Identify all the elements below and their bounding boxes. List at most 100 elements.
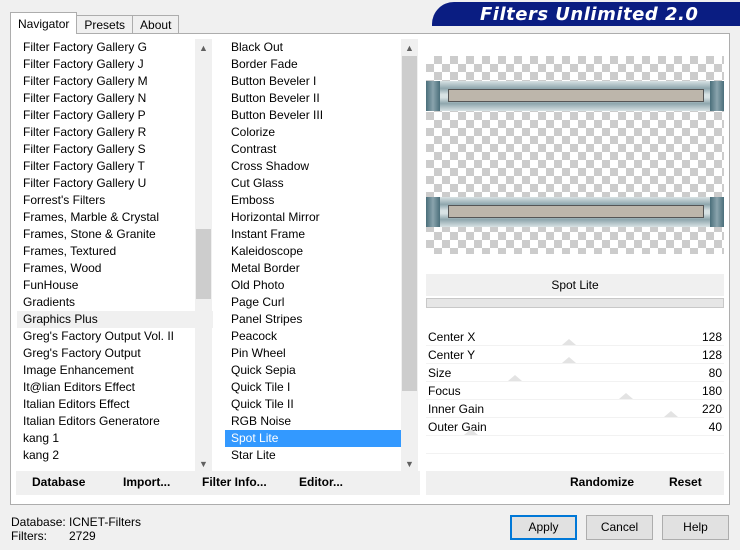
category-scrollbar[interactable]: ▲ ▼ bbox=[195, 39, 212, 472]
parameter-row[interactable]: Outer Gain 40 bbox=[426, 418, 724, 436]
filter-item[interactable]: Cross Shadow bbox=[225, 158, 418, 175]
filter-item[interactable]: Star Lite bbox=[225, 447, 418, 464]
category-item[interactable]: Frames, Wood bbox=[17, 260, 213, 277]
help-button[interactable]: Help bbox=[662, 515, 729, 540]
category-item[interactable]: Filter Factory Gallery M bbox=[17, 73, 213, 90]
parameter-name: Focus bbox=[428, 384, 461, 398]
category-item[interactable]: kang 1 bbox=[17, 430, 213, 447]
category-item[interactable]: Filter Factory Gallery U bbox=[17, 175, 213, 192]
filters-count: 2729 bbox=[69, 529, 96, 543]
category-item[interactable]: Filter Factory Gallery G bbox=[17, 39, 213, 56]
filter-item[interactable]: Spot Lite bbox=[225, 430, 418, 447]
category-item[interactable]: Graphics Plus bbox=[17, 311, 213, 328]
parameter-row-empty bbox=[426, 436, 724, 454]
filter-item[interactable]: Quick Sepia bbox=[225, 362, 418, 379]
category-item[interactable]: Greg's Factory Output bbox=[17, 345, 213, 362]
filter-item[interactable]: RGB Noise bbox=[225, 413, 418, 430]
database-status: Database: ICNET-Filters bbox=[11, 515, 141, 529]
scroll-down-arrow-icon[interactable]: ▼ bbox=[195, 455, 212, 472]
editor-button[interactable]: Editor... bbox=[299, 475, 343, 489]
category-item[interactable]: Filter Factory Gallery R bbox=[17, 124, 213, 141]
parameter-row[interactable]: Focus 180 bbox=[426, 382, 724, 400]
category-item[interactable]: Frames, Marble & Crystal bbox=[17, 209, 213, 226]
cancel-button[interactable]: Cancel bbox=[586, 515, 653, 540]
navigator-panel: Filter Factory Gallery G Filter Factory G… bbox=[10, 33, 730, 505]
category-item[interactable]: Forrest's Filters bbox=[17, 192, 213, 209]
category-item[interactable]: It@lian Editors Effect bbox=[17, 379, 213, 396]
filter-item[interactable]: Button Beveler I bbox=[225, 73, 418, 90]
filter-item[interactable]: Peacock bbox=[225, 328, 418, 345]
filter-item[interactable]: Emboss bbox=[225, 192, 418, 209]
filter-item[interactable]: Colorize bbox=[225, 124, 418, 141]
slider-thumb[interactable] bbox=[464, 429, 478, 435]
category-item[interactable]: Filter Factory Gallery T bbox=[17, 158, 213, 175]
filter-item[interactable]: Button Beveler II bbox=[225, 90, 418, 107]
filter-item[interactable]: Border Fade bbox=[225, 56, 418, 73]
filter-info-button[interactable]: Filter Info... bbox=[202, 475, 267, 489]
category-item[interactable]: Frames, Textured bbox=[17, 243, 213, 260]
category-list[interactable]: Filter Factory Gallery G Filter Factory G… bbox=[17, 39, 213, 472]
category-item[interactable]: Greg's Factory Output Vol. II bbox=[17, 328, 213, 345]
scroll-up-arrow-icon[interactable]: ▲ bbox=[401, 39, 418, 56]
category-item[interactable]: Gradients bbox=[17, 294, 213, 311]
slider-thumb[interactable] bbox=[508, 375, 522, 381]
parameter-row[interactable]: Center Y 128 bbox=[426, 346, 724, 364]
filter-item[interactable]: Horizontal Mirror bbox=[225, 209, 418, 226]
randomize-button[interactable]: Randomize bbox=[570, 475, 634, 489]
filter-item[interactable]: Page Curl bbox=[225, 294, 418, 311]
tab-bar: Navigator Presets About bbox=[10, 12, 180, 34]
filter-item[interactable]: Old Photo bbox=[225, 277, 418, 294]
reset-button[interactable]: Reset bbox=[669, 475, 702, 489]
filter-item[interactable]: Black Out bbox=[225, 39, 418, 56]
filter-item[interactable]: Contrast bbox=[225, 141, 418, 158]
category-item[interactable]: Italian Editors Effect bbox=[17, 396, 213, 413]
tab-presets[interactable]: Presets bbox=[76, 15, 134, 34]
parameter-row[interactable]: Center X 128 bbox=[426, 328, 724, 346]
category-item[interactable]: kang 2 bbox=[17, 447, 213, 464]
filter-item[interactable]: Panel Stripes bbox=[225, 311, 418, 328]
apply-button[interactable]: Apply bbox=[510, 515, 577, 540]
parameter-name: Center Y bbox=[428, 348, 476, 362]
slider-thumb[interactable] bbox=[562, 339, 576, 345]
category-item[interactable]: Italian Editors Generatore bbox=[17, 413, 213, 430]
filter-item[interactable]: Cut Glass bbox=[225, 175, 418, 192]
tab-navigator[interactable]: Navigator bbox=[10, 12, 78, 34]
parameter-name: Size bbox=[428, 366, 452, 380]
parameter-row[interactable]: Inner Gain 220 bbox=[426, 400, 724, 418]
filter-name-label: Spot Lite bbox=[426, 274, 724, 296]
scroll-up-arrow-icon[interactable]: ▲ bbox=[195, 39, 212, 56]
filter-item[interactable]: Instant Frame bbox=[225, 226, 418, 243]
list-toolbar: Database Import... Filter Info... Editor… bbox=[16, 471, 420, 495]
parameter-value: 180 bbox=[701, 384, 722, 398]
filter-item[interactable]: Pin Wheel bbox=[225, 345, 418, 362]
category-item[interactable]: Image Enhancement bbox=[17, 362, 213, 379]
filter-item[interactable]: Metal Border bbox=[225, 260, 418, 277]
scroll-down-arrow-icon[interactable]: ▼ bbox=[401, 455, 418, 472]
filter-item[interactable]: Quick Tile II bbox=[225, 396, 418, 413]
category-item[interactable]: Frames, Stone & Granite bbox=[17, 226, 213, 243]
parameter-value: 80 bbox=[708, 366, 722, 380]
slider-thumb[interactable] bbox=[664, 411, 678, 417]
category-item[interactable]: Filter Factory Gallery J bbox=[17, 56, 213, 73]
parameter-value: 40 bbox=[708, 420, 722, 434]
filter-scrollbar[interactable]: ▲ ▼ bbox=[401, 39, 418, 472]
category-item[interactable]: Filter Factory Gallery P bbox=[17, 107, 213, 124]
scrollbar-thumb[interactable] bbox=[402, 56, 417, 391]
category-item[interactable]: Filter Factory Gallery S bbox=[17, 141, 213, 158]
slider-thumb[interactable] bbox=[562, 357, 576, 363]
preview-image bbox=[426, 56, 724, 254]
filter-item[interactable]: Quick Tile I bbox=[225, 379, 418, 396]
database-button[interactable]: Database bbox=[32, 475, 85, 489]
filter-item[interactable]: Kaleidoscope bbox=[225, 243, 418, 260]
filter-item[interactable]: Button Beveler III bbox=[225, 107, 418, 124]
category-item[interactable]: Filter Factory Gallery N bbox=[17, 90, 213, 107]
slider-thumb[interactable] bbox=[619, 393, 633, 399]
filter-list[interactable]: Black Out Border Fade Button Beveler I Butt… bbox=[225, 39, 418, 472]
category-item[interactable]: FunHouse bbox=[17, 277, 213, 294]
scrollbar-thumb[interactable] bbox=[196, 229, 211, 299]
tab-about[interactable]: About bbox=[132, 15, 180, 34]
parameter-row[interactable]: Size 80 bbox=[426, 364, 724, 382]
import-button[interactable]: Import... bbox=[123, 475, 170, 489]
parameter-name: Inner Gain bbox=[428, 402, 485, 416]
parameter-name: Center X bbox=[428, 330, 476, 344]
